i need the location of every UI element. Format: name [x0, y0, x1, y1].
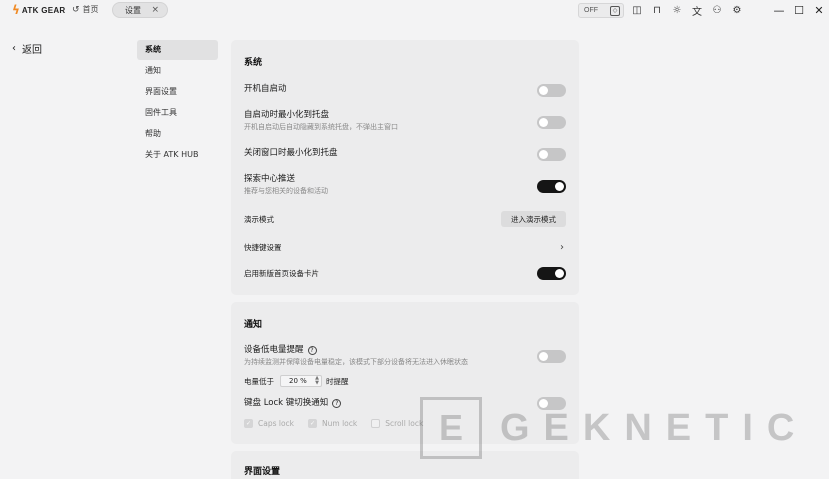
window-controls: — ☐ ✕ — [766, 3, 826, 17]
shirt-icon[interactable]: ⊓ — [650, 4, 664, 18]
watermark-logo: E — [420, 397, 482, 459]
checkbox-num-lock[interactable]: ✓ Num lock — [308, 419, 357, 428]
system-title: 系统 — [244, 58, 263, 68]
scroll-lock-label: Scroll lock — [385, 419, 424, 428]
nav-item-firmware[interactable]: 固件工具 — [137, 103, 218, 123]
row-close-tray: 关闭窗口时最小化到托盘 — [244, 148, 566, 161]
gear-icon[interactable]: ⚙ — [730, 4, 744, 18]
checkbox-scroll-lock[interactable]: Scroll lock — [371, 419, 423, 428]
battery-stepper[interactable]: 20 % ▲ ▼ — [280, 375, 322, 387]
autostart-tray-label: 自启动时最小化到托盘 — [244, 110, 330, 120]
row-demo-mode: 演示模式 进入演示模式 — [244, 211, 566, 227]
home-label: 首页 — [82, 5, 99, 14]
tab-settings-label: 设置 — [125, 5, 141, 15]
autostart-label: 开机自启动 — [244, 84, 287, 94]
close-tray-label: 关闭窗口时最小化到托盘 — [244, 148, 338, 158]
watermark: E GEKNETIC — [420, 397, 808, 459]
ui-settings-title: 界面设置 — [244, 467, 281, 477]
shortcut-label: 快捷键设置 — [244, 243, 282, 252]
new-card-label: 启用新版首页设备卡片 — [244, 269, 319, 278]
app-logo: ϟ ATK GEAR — [12, 4, 66, 16]
chevron-right-icon: › — [560, 242, 564, 253]
autostart-tray-toggle[interactable] — [537, 116, 566, 129]
minimize-icon[interactable]: — — [772, 3, 786, 17]
battery-prefix: 电量低于 — [244, 376, 274, 386]
row-autostart: 开机自启动 — [244, 84, 566, 97]
logo-icon: ϟ — [12, 3, 20, 17]
translate-icon[interactable]: 文 — [690, 4, 704, 18]
settings-nav: 系统 通知 界面设置 固件工具 帮助 关于 ATK HUB — [137, 40, 218, 166]
row-explore-push: 探索中心推送 推荐与您相关的设备和活动 — [244, 174, 566, 196]
nav-item-system[interactable]: 系统 — [137, 40, 218, 60]
lock-label-wrap: 键盘 Lock 键切换通知? — [244, 398, 342, 409]
check-icon: ✓ — [244, 419, 253, 428]
autostart-toggle[interactable] — [537, 84, 566, 97]
system-card: 系统 开机自启动 自启动时最小化到托盘 开机自启动后自动隐藏到系统托盘，不弹出主… — [231, 40, 579, 295]
toggle-knob — [539, 118, 548, 127]
unchecked-box-icon — [371, 419, 381, 428]
chevron-left-icon: ‹ — [12, 43, 16, 54]
toggle-knob — [555, 182, 564, 191]
titlebar-tools: OFF ◇ ◫ ⊓ ☼ 文 ⚇ ⚙ — [578, 3, 744, 18]
toggle-knob — [539, 352, 548, 361]
lock-label: 键盘 Lock 键切换通知 — [244, 398, 329, 408]
num-lock-label: Num lock — [322, 419, 358, 428]
toggle-knob — [539, 150, 548, 159]
row-low-battery: 设备低电量提醒? 为持续监测并保障设备电量稳定，该模式下部分设备将无法进入休眠状… — [244, 345, 566, 367]
battery-suffix: 时提醒 — [326, 376, 349, 386]
off-label: OFF — [584, 7, 598, 14]
nav-item-notify[interactable]: 通知 — [137, 61, 218, 81]
nav-item-help[interactable]: 帮助 — [137, 124, 218, 144]
close-icon[interactable]: ✕ — [812, 3, 826, 17]
toggle-knob — [555, 269, 564, 278]
caps-lock-label: Caps lock — [258, 419, 295, 428]
low-battery-toggle[interactable] — [537, 350, 566, 363]
enter-demo-button[interactable]: 进入演示模式 — [501, 211, 566, 227]
checkbox-caps-lock[interactable]: ✓ Caps lock — [244, 419, 294, 428]
home-link[interactable]: ↺ 首页 — [72, 4, 99, 15]
close-tray-toggle[interactable] — [537, 148, 566, 161]
low-battery-label: 设备低电量提醒 — [244, 345, 304, 355]
chat-icon[interactable]: ◫ — [630, 4, 644, 18]
autostart-tray-sub: 开机自启动后自动隐藏到系统托盘，不弹出主窗口 — [244, 123, 398, 131]
maximize-icon[interactable]: ☐ — [792, 3, 806, 17]
explore-push-toggle[interactable] — [537, 180, 566, 193]
low-battery-label-wrap: 设备低电量提醒? — [244, 345, 468, 356]
back-button[interactable]: ‹ 返回 — [12, 41, 42, 56]
row-shortcuts[interactable]: 快捷键设置 › — [244, 242, 566, 253]
battery-threshold: 电量低于 20 % ▲ ▼ 时提醒 — [244, 375, 349, 387]
cube-icon: ◇ — [610, 5, 620, 16]
explore-push-sub: 推荐与您相关的设备和活动 — [244, 187, 328, 195]
row-new-card: 启用新版首页设备卡片 — [244, 267, 566, 280]
new-card-toggle[interactable] — [537, 267, 566, 280]
user-icon[interactable]: ⚇ — [710, 4, 724, 18]
notify-title: 通知 — [244, 320, 263, 330]
low-battery-sub: 为持续监测并保障设备电量稳定，该模式下部分设备将无法进入休眠状态 — [244, 358, 468, 366]
tab-settings[interactable]: 设置 × — [112, 2, 168, 18]
nav-item-about[interactable]: 关于 ATK HUB — [137, 145, 218, 165]
logo-text: ATK GEAR — [21, 5, 66, 15]
toggle-knob — [539, 86, 548, 95]
demo-mode-label: 演示模式 — [244, 214, 274, 224]
explore-push-label: 探索中心推送 — [244, 174, 296, 184]
tab-close-icon[interactable]: × — [151, 5, 159, 15]
off-toggle[interactable]: OFF ◇ — [578, 3, 624, 18]
title-bar: ϟ ATK GEAR ↺ 首页 设置 × OFF ◇ ◫ ⊓ ☼ 文 ⚇ ⚙ —… — [0, 0, 829, 22]
home-back-icon: ↺ — [72, 4, 80, 15]
stepper-arrows-icon[interactable]: ▲ ▼ — [315, 376, 319, 386]
watermark-text: GEKNETIC — [500, 406, 809, 449]
row-autostart-tray: 自启动时最小化到托盘 开机自启动后自动隐藏到系统托盘，不弹出主窗口 — [244, 110, 566, 132]
lock-checkboxes: ✓ Caps lock ✓ Num lock Scroll lock — [244, 419, 437, 428]
help-icon[interactable]: ? — [307, 346, 317, 355]
back-label: 返回 — [22, 45, 42, 56]
help-icon[interactable]: ? — [332, 399, 342, 408]
check-icon: ✓ — [308, 419, 318, 428]
battery-value: 20 % — [289, 377, 307, 385]
sun-icon[interactable]: ☼ — [670, 4, 684, 18]
nav-item-ui-settings[interactable]: 界面设置 — [137, 82, 218, 102]
